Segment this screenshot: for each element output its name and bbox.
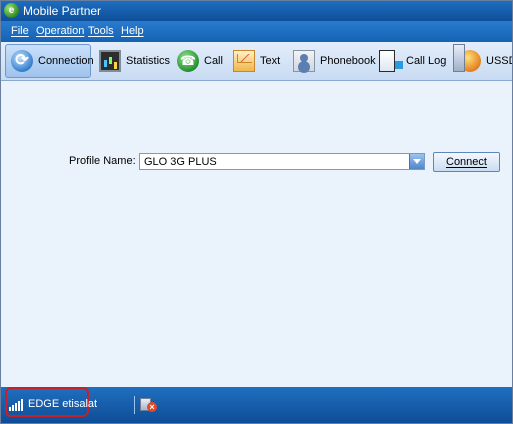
toolbar-connection-button[interactable]: Connection	[5, 44, 94, 78]
network-type: EDGE	[28, 398, 60, 410]
disconnected-icon	[140, 397, 157, 413]
profile-name-value: GLO 3G PLUS	[144, 156, 217, 168]
statistics-icon	[99, 50, 121, 72]
toolbar-text-button[interactable]: Text	[233, 44, 280, 78]
ussd-icon	[453, 44, 481, 72]
toolbar-ussd-label: USSD	[486, 55, 512, 67]
status-divider	[134, 396, 135, 414]
window-title: Mobile Partner	[23, 4, 102, 18]
connection-panel: Profile Name: GLO 3G PLUS Connect	[1, 81, 512, 387]
operator-name: etisalat	[62, 398, 98, 410]
toolbar-call-log-button[interactable]: Call Log	[379, 44, 446, 78]
connect-button-label: Connect	[446, 156, 487, 168]
toolbar-call-label: Call	[204, 55, 223, 67]
network-status: EDGE etisalat	[28, 398, 97, 410]
connection-icon	[11, 50, 33, 72]
menu-operation[interactable]: Operation	[36, 25, 84, 37]
profile-name-select[interactable]: GLO 3G PLUS	[139, 153, 425, 170]
mobile-partner-window: e Mobile Partner File Operation Tools He…	[0, 0, 513, 424]
toolbar-call-log-label: Call Log	[406, 55, 447, 67]
toolbar-statistics-label: Statistics	[126, 55, 171, 67]
menu-tools[interactable]: Tools	[88, 25, 114, 37]
toolbar-connection-label: Connection	[38, 55, 94, 67]
menu-help[interactable]: Help	[121, 25, 144, 37]
text-message-icon	[233, 50, 255, 72]
toolbar-statistics-button[interactable]: Statistics	[99, 44, 170, 78]
call-icon	[177, 50, 199, 72]
chevron-down-icon[interactable]	[409, 154, 424, 169]
menu-file[interactable]: File	[11, 25, 29, 37]
menu-bar: File Operation Tools Help	[1, 21, 512, 42]
toolbar-ussd-button[interactable]: USSD	[453, 44, 512, 78]
connect-button[interactable]: Connect	[433, 152, 500, 172]
toolbar: Connection Statistics Call Text Phoneboo…	[1, 42, 512, 81]
toolbar-text-label: Text	[260, 55, 281, 67]
status-bar: EDGE etisalat	[1, 387, 512, 423]
profile-name-label: Profile Name:	[69, 155, 136, 167]
toolbar-phonebook-label: Phonebook	[320, 55, 376, 67]
call-log-icon	[379, 50, 403, 72]
app-logo-icon: e	[4, 3, 19, 18]
title-bar: e Mobile Partner	[1, 1, 512, 21]
signal-strength-icon	[9, 399, 25, 411]
phonebook-icon	[293, 50, 315, 72]
toolbar-phonebook-button[interactable]: Phonebook	[293, 44, 376, 78]
toolbar-call-button[interactable]: Call	[177, 44, 223, 78]
